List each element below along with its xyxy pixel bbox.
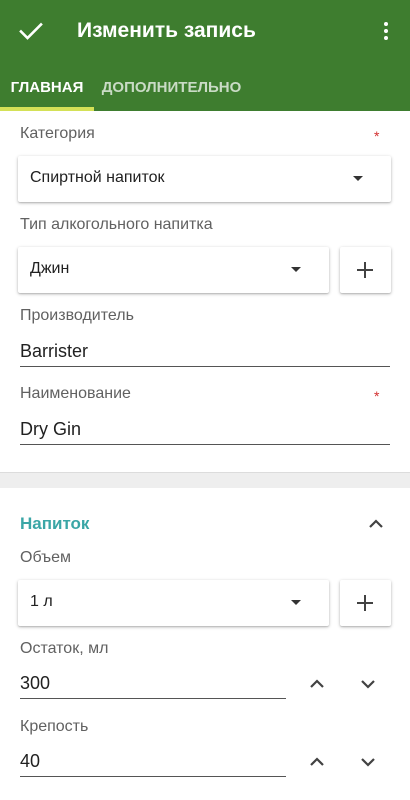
tab-indicator [0,107,94,111]
name-value: Dry Gin [20,419,82,439]
producer-label: Производитель [20,307,134,324]
add-volume-button[interactable] [340,580,391,626]
alcohol-type-value: Джин [30,260,70,277]
strength-label: Крепость [20,718,89,735]
tab-additional[interactable]: ДОПОЛНИТЕЛЬНО [94,64,249,111]
decrement-chevron-down-icon[interactable] [356,750,380,774]
plus-icon [357,595,373,611]
section-divider [0,472,410,488]
remainder-label: Остаток, мл [20,640,109,657]
increment-chevron-up-icon[interactable] [305,672,329,696]
alcohol-type-dropdown[interactable]: Джин [18,247,329,293]
chevron-up-icon[interactable] [364,512,388,536]
check-icon[interactable] [16,16,46,46]
plus-icon [357,262,373,278]
increment-chevron-up-icon[interactable] [305,750,329,774]
section-title-drink: Напиток [20,514,90,533]
name-label: Наименование [20,385,131,402]
volume-dropdown[interactable]: 1 л [18,580,329,626]
volume-label: Объем [20,549,71,566]
category-label: Категория [20,125,95,142]
name-field[interactable]: Dry Gin [20,413,390,445]
strength-field[interactable]: 40 [20,745,286,777]
app-bar: Изменить запись ГЛАВНАЯ ДОПОЛНИТЕЛЬНО [0,0,410,111]
page-title: Изменить запись [77,19,256,42]
more-vert-icon[interactable] [372,16,400,46]
producer-field[interactable]: Barrister [20,335,390,367]
add-alcohol-type-button[interactable] [340,247,391,293]
dropdown-arrow-icon [353,176,363,181]
tab-main[interactable]: ГЛАВНАЯ [0,64,94,111]
dropdown-arrow-icon [291,267,301,272]
category-value: Спиртной напиток [30,169,165,186]
required-mark: * [374,128,380,144]
dropdown-arrow-icon [291,600,301,605]
category-dropdown[interactable]: Спиртной напиток [18,156,391,202]
remainder-value: 300 [20,673,51,693]
producer-value: Barrister [20,341,89,361]
strength-value: 40 [20,751,41,771]
remainder-field[interactable]: 300 [20,667,286,699]
volume-value: 1 л [30,593,53,610]
decrement-chevron-down-icon[interactable] [356,672,380,696]
alcohol-type-label: Тип алкогольного напитка [20,216,213,233]
required-mark: * [374,388,380,404]
